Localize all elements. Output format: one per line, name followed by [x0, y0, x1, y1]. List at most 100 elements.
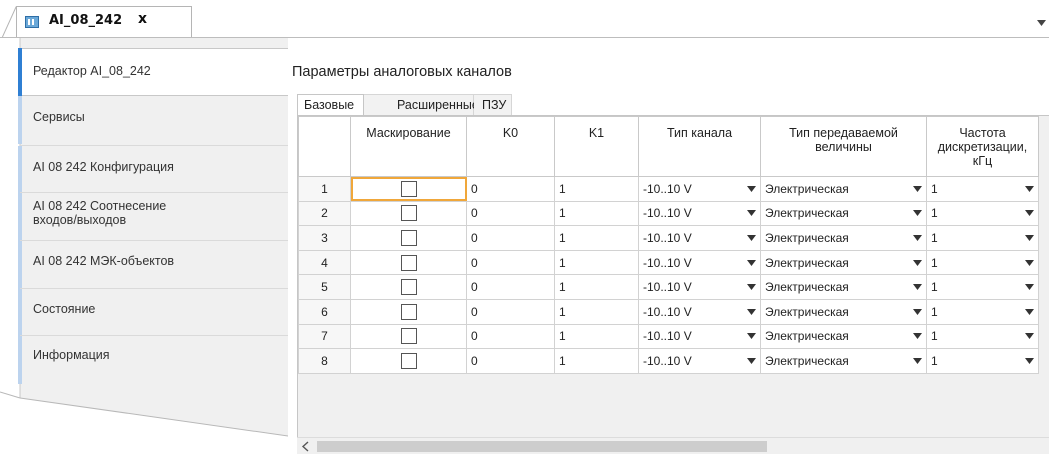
column-header-masking[interactable]: Маскирование [350, 116, 467, 177]
frequency-dropdown[interactable]: 1 [926, 176, 1039, 202]
chevron-down-icon [913, 333, 922, 340]
sidebar-item-iec-objects[interactable]: AI 08 242 МЭК-объектов [18, 241, 288, 289]
row-number[interactable]: 4 [298, 249, 351, 276]
channel-type-dropdown[interactable]: -10..10 V [638, 348, 761, 374]
k1-cell[interactable]: 1 [554, 274, 639, 300]
k1-cell[interactable]: 1 [554, 348, 639, 374]
dropdown-content: Электрическая [765, 251, 922, 275]
value-type-dropdown[interactable]: Электрическая [760, 298, 927, 325]
k0-cell[interactable]: 0 [466, 249, 555, 276]
channel-type-dropdown[interactable]: -10..10 V [638, 274, 761, 300]
value-type-dropdown[interactable]: Электрическая [760, 225, 927, 251]
sidebar-item-services[interactable]: Сервисы [18, 96, 288, 144]
masking-cell[interactable] [350, 298, 467, 325]
channel-type-dropdown[interactable]: -10..10 V [638, 225, 761, 251]
masking-checkbox[interactable] [400, 328, 417, 345]
masking-checkbox[interactable] [400, 352, 417, 369]
row-number[interactable]: 1 [298, 176, 351, 202]
value-type-dropdown[interactable]: Электрическая [760, 176, 927, 202]
masking-cell[interactable] [350, 225, 467, 251]
dropdown-value: -10..10 V [643, 255, 692, 270]
chevron-down-icon [913, 210, 922, 217]
close-tab-button[interactable]: x [138, 11, 147, 27]
masking-cell[interactable] [350, 348, 467, 374]
scrollbar-thumb[interactable] [317, 441, 767, 452]
tab-advanced[interactable]: Расширенные [364, 94, 479, 116]
dropdown-value: Электрическая [765, 280, 849, 295]
k1-cell[interactable]: 1 [554, 323, 639, 350]
dropdown-content: Электрическая [765, 300, 922, 324]
channel-type-dropdown[interactable]: -10..10 V [638, 249, 761, 276]
row-number[interactable]: 3 [298, 225, 351, 251]
masking-checkbox[interactable] [400, 254, 417, 271]
tab-rom[interactable]: ПЗУ [474, 94, 512, 116]
chevron-down-icon [747, 234, 756, 241]
value-type-dropdown[interactable]: Электрическая [760, 200, 927, 227]
masking-checkbox[interactable] [400, 229, 417, 246]
module-icon [25, 16, 39, 28]
dropdown-value: 1 [931, 304, 938, 319]
frequency-dropdown[interactable]: 1 [926, 323, 1039, 350]
k0-cell[interactable]: 0 [466, 323, 555, 350]
masking-checkbox[interactable] [400, 279, 417, 296]
sidebar-item-io-mapping[interactable]: AI 08 242 Соотнесение входов/выходов [18, 193, 288, 241]
masking-checkbox[interactable] [400, 205, 417, 222]
value-type-dropdown[interactable]: Электрическая [760, 323, 927, 350]
masking-cell[interactable] [350, 274, 467, 300]
k1-cell[interactable]: 1 [554, 249, 639, 276]
column-header-channel-type[interactable]: Тип канала [638, 116, 761, 177]
k0-cell[interactable]: 0 [466, 225, 555, 251]
horizontal-scrollbar[interactable] [297, 437, 1049, 454]
column-header-k1[interactable]: K1 [554, 116, 639, 177]
tab-basic[interactable]: Базовые [297, 94, 364, 116]
masking-checkbox[interactable] [400, 303, 417, 320]
column-header-frequency[interactable]: Частота дискретизации, кГц [926, 116, 1039, 177]
value-type-dropdown[interactable]: Электрическая [760, 274, 927, 300]
row-number[interactable]: 7 [298, 323, 351, 350]
masking-cell[interactable] [350, 323, 467, 350]
channel-type-dropdown[interactable]: -10..10 V [638, 323, 761, 350]
frequency-dropdown[interactable]: 1 [926, 200, 1039, 227]
masking-cell[interactable] [350, 176, 467, 202]
k0-cell[interactable]: 0 [466, 298, 555, 325]
channel-type-dropdown[interactable]: -10..10 V [638, 298, 761, 325]
k1-cell[interactable]: 1 [554, 225, 639, 251]
k1-cell[interactable]: 1 [554, 176, 639, 202]
value-type-dropdown[interactable]: Электрическая [760, 249, 927, 276]
row-number[interactable]: 8 [298, 348, 351, 374]
column-header-k0[interactable]: K0 [466, 116, 555, 177]
row-number[interactable]: 6 [298, 298, 351, 325]
frequency-dropdown[interactable]: 1 [926, 298, 1039, 325]
chevron-down-icon [1025, 308, 1034, 315]
channel-type-dropdown[interactable]: -10..10 V [638, 176, 761, 202]
frequency-dropdown[interactable]: 1 [926, 225, 1039, 251]
dropdown-value: Электрическая [765, 353, 849, 368]
sidebar-item-editor[interactable]: Редактор AI_08_242 [18, 48, 288, 96]
frequency-dropdown[interactable]: 1 [926, 249, 1039, 276]
k0-cell[interactable]: 0 [466, 348, 555, 374]
scroll-left-icon[interactable] [301, 441, 311, 452]
masking-checkbox[interactable] [400, 180, 417, 197]
chevron-down-icon[interactable] [1037, 20, 1046, 26]
value-type-dropdown[interactable]: Электрическая [760, 348, 927, 374]
row-number[interactable]: 5 [298, 274, 351, 300]
channel-type-dropdown[interactable]: -10..10 V [638, 200, 761, 227]
frequency-dropdown[interactable]: 1 [926, 348, 1039, 374]
k1-cell[interactable]: 1 [554, 200, 639, 227]
column-header-value-type[interactable]: Тип передаваемой величины [760, 116, 927, 177]
sidebar-item-status[interactable]: Состояние [18, 289, 288, 337]
sidebar-item-information[interactable]: Информация [18, 336, 288, 384]
main-panel: Параметры аналоговых каналов Базовые Рас… [288, 38, 1049, 459]
sidebar-item-configuration[interactable]: AI 08 242 Конфигурация [18, 146, 288, 194]
row-number[interactable]: 2 [298, 200, 351, 227]
sidebar-item-label: AI 08 242 Конфигурация [33, 160, 174, 174]
k0-cell[interactable]: 0 [466, 200, 555, 227]
dropdown-value: Электрическая [765, 181, 849, 196]
document-tab[interactable]: AI_08_242 x [16, 6, 192, 38]
frequency-dropdown[interactable]: 1 [926, 274, 1039, 300]
masking-cell[interactable] [350, 249, 467, 276]
masking-cell[interactable] [350, 200, 467, 227]
k0-cell[interactable]: 0 [466, 176, 555, 202]
k0-cell[interactable]: 0 [466, 274, 555, 300]
k1-cell[interactable]: 1 [554, 298, 639, 325]
